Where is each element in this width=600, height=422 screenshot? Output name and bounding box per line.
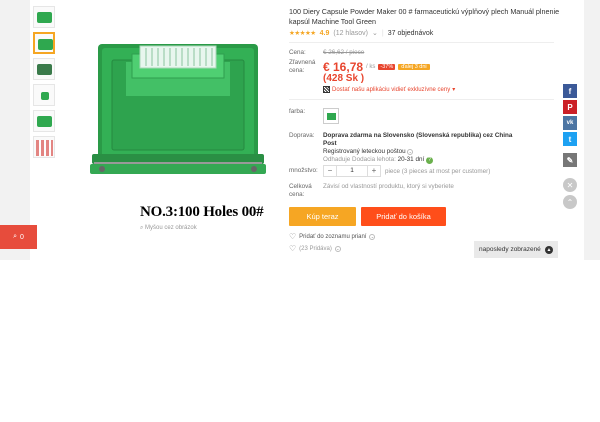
quantity-stepper: − 1 + [323,165,381,177]
zoom-hint: ⌕ Myšou cez obrázok [140,225,197,232]
price-row: Cena: € 26,62 / piece [289,49,364,57]
product-title: 100 Diery Capsule Powder Maker 00 # farm… [289,7,560,26]
close-icon[interactable]: ✕ [563,178,577,192]
rating-row: ★★★★★ 4.9 (12 hlasov) ⌄ | 37 objednávok [289,29,564,38]
sk-price: (428 Sk ) [323,73,365,84]
help-icon[interactable]: ? [425,157,433,164]
search-icon: ⌕ [13,233,17,240]
floating-cart-button[interactable]: ⌕ 0 [0,225,37,249]
heart-icon: ♡ [289,244,297,253]
shipping-row: Doprava: Doprava zdarma na Slovensko (Sl… [289,132,523,164]
discount-badge: -37% [378,64,396,70]
app-promo-row[interactable]: Dostať našu aplikáciu vidieť exkluzívne … [323,86,455,93]
buy-now-button[interactable]: Kúp teraz [289,207,356,226]
wishlist-count-row: ♡ (23 Pridáva) ⌄ [289,244,341,253]
delivery-estimate-unit: dní [415,156,425,163]
add-to-cart-button[interactable]: Pridať do košíka [361,207,446,226]
thumbnail-2[interactable] [33,32,55,54]
twitter-share-icon[interactable]: t [563,132,577,146]
total-text: Závisí od vlastností produktu, ktorý si … [323,183,454,190]
quantity-minus-button[interactable]: − [324,166,336,176]
chevron-down-icon[interactable]: ⌄ [334,245,341,252]
chevron-down-icon[interactable]: ⌄ [369,233,376,240]
recently-viewed-bar[interactable]: naposledy zobrazené ▲ [474,241,558,258]
thumbnail-3[interactable] [33,58,55,80]
divider: | [381,29,384,37]
sk-price-row: (428 Sk ) [323,73,364,84]
shipping-label: Doprava: [289,132,315,139]
divider-top [289,42,554,43]
right-margin [584,0,600,260]
caret-down-icon: ▾ [452,87,456,93]
thumbnail-4[interactable] [33,84,55,106]
thumbnail-5[interactable] [33,110,55,132]
quantity-row: množstvo: − 1 + piece (3 pieces at most … [289,165,490,177]
shipping-method-2: Registrovaný leteckou poštou [323,148,406,155]
color-row: farba: [289,108,339,124]
quantity-label: množstvo: [289,167,318,174]
chevron-down-icon[interactable]: ⌄ [372,29,378,37]
product-image[interactable] [60,4,278,222]
old-price: € 26,62 / piece [323,49,365,56]
color-label: farba: [289,108,306,115]
discount-price-label: Zľavnená cena: [289,59,323,75]
recently-viewed-label: naposledy zobrazené [479,246,541,253]
quantity-plus-button[interactable]: + [368,166,380,176]
total-label: Celková cena: [289,183,323,199]
pinterest-share-icon[interactable]: P [563,100,577,114]
price-unit: / ks [366,64,376,70]
color-swatch-green[interactable] [323,108,339,124]
rating-count[interactable]: (12 hlasov) [333,30,368,37]
chevron-up-icon: ▲ [545,245,553,254]
vk-share-icon[interactable]: vk [563,116,577,130]
chevron-down-icon[interactable]: ⌄ [407,149,414,155]
rating-value: 4.9 [319,29,330,37]
quantity-note: piece (3 pieces at most per customer) [385,167,491,175]
edit-icon[interactable]: ✎ [563,153,577,167]
zoom-hint-text: Myšou cez obrázok [145,225,197,231]
total-label-2: cena: [289,191,305,198]
qr-code-icon [323,86,330,93]
time-left-badge: ďalej 3 dni [398,64,430,70]
thumbnail-6[interactable] [33,136,55,158]
shipping-method: Doprava zdarma na Slovensko (Slovenská r… [323,132,513,147]
facebook-share-icon[interactable]: f [563,84,577,98]
delivery-estimate-value: 20-31 [397,156,414,163]
magnifier-icon: ⌕ [140,225,144,231]
wishlist-count: (23 Pridáva) [299,245,332,252]
total-label-1: Celková [289,183,312,190]
thumbnail-1[interactable] [33,6,55,28]
scroll-top-icon[interactable]: ⌃ [563,195,577,209]
total-row: Celková cena: Závisí od vlastností produ… [289,183,454,199]
new-price: € 16,78 [323,60,364,74]
wishlist-add[interactable]: ♡ Pridať do zoznamu prianí ⌄ [289,232,376,241]
delivery-estimate-label: Odhaduje Dodacia lehota: [323,156,396,163]
thumbnail-list [33,6,57,162]
orders-count: 37 objednávok [387,29,434,37]
quantity-input[interactable]: 1 [336,166,368,176]
price-label: Cena: [289,49,306,56]
image-caption: NO.3:100 Holes 00# [140,204,264,220]
cart-count: 0 [20,233,24,241]
product-info: 100 Diery Capsule Powder Maker 00 # farm… [289,7,564,37]
app-promo-text: Dostať našu aplikáciu vidieť exkluzívne … [332,86,451,93]
discount-label-1: Zľavnená [289,59,316,66]
wishlist-add-text: Pridať do zoznamu prianí [299,233,367,240]
product-page: NO.3:100 Holes 00# ⌕ Myšou cez obrázok ⌕… [0,0,600,422]
left-margin [0,0,30,260]
rating-stars: ★★★★★ [289,30,316,37]
heart-icon: ♡ [289,232,297,241]
divider-mid [289,99,554,100]
discount-label-2: cena: [289,67,305,74]
